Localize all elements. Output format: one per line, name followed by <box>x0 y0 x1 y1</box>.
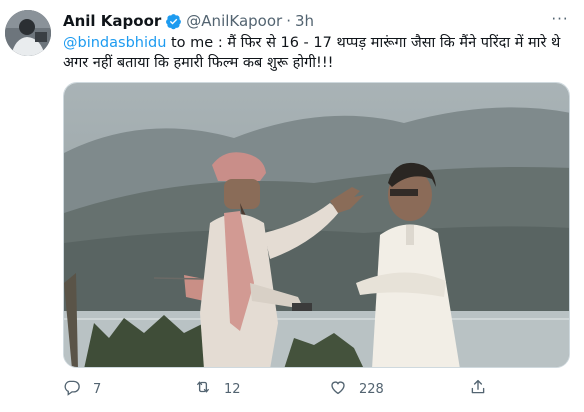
like-count: 228 <box>359 381 384 397</box>
avatar[interactable] <box>5 10 51 56</box>
author-name[interactable]: Anil Kapoor <box>63 12 161 30</box>
share-icon <box>469 378 487 400</box>
separator-dot: · <box>286 12 291 30</box>
reply-icon <box>63 378 81 400</box>
more-options-icon[interactable]: ··· <box>548 10 572 28</box>
reply-count: 7 <box>93 381 102 397</box>
photo-scene <box>64 83 569 367</box>
tweet-photo[interactable] <box>63 82 570 368</box>
timestamp[interactable]: 3h <box>295 12 314 30</box>
reply-button[interactable]: 7 <box>63 378 101 400</box>
retweet-count: 12 <box>224 381 241 397</box>
share-button[interactable] <box>469 378 487 400</box>
tweet-actions: 7 12 228 <box>63 378 563 400</box>
tweet-text: @bindasbhidu to me : मैं फिर से 16 - 17 … <box>63 33 563 73</box>
tweet-header: Anil Kapoor @AnilKapoor · 3h <box>63 11 314 31</box>
heart-icon <box>329 378 347 400</box>
retweet-button[interactable]: 12 <box>194 378 241 400</box>
like-button[interactable]: 228 <box>329 378 384 400</box>
tweet-card[interactable]: Anil Kapoor @AnilKapoor · 3h ··· @bindas… <box>0 0 584 412</box>
retweet-icon <box>194 378 212 400</box>
author-handle[interactable]: @AnilKapoor <box>186 12 282 30</box>
verified-badge-icon <box>165 13 182 30</box>
mention-link[interactable]: @bindasbhidu <box>63 35 166 51</box>
